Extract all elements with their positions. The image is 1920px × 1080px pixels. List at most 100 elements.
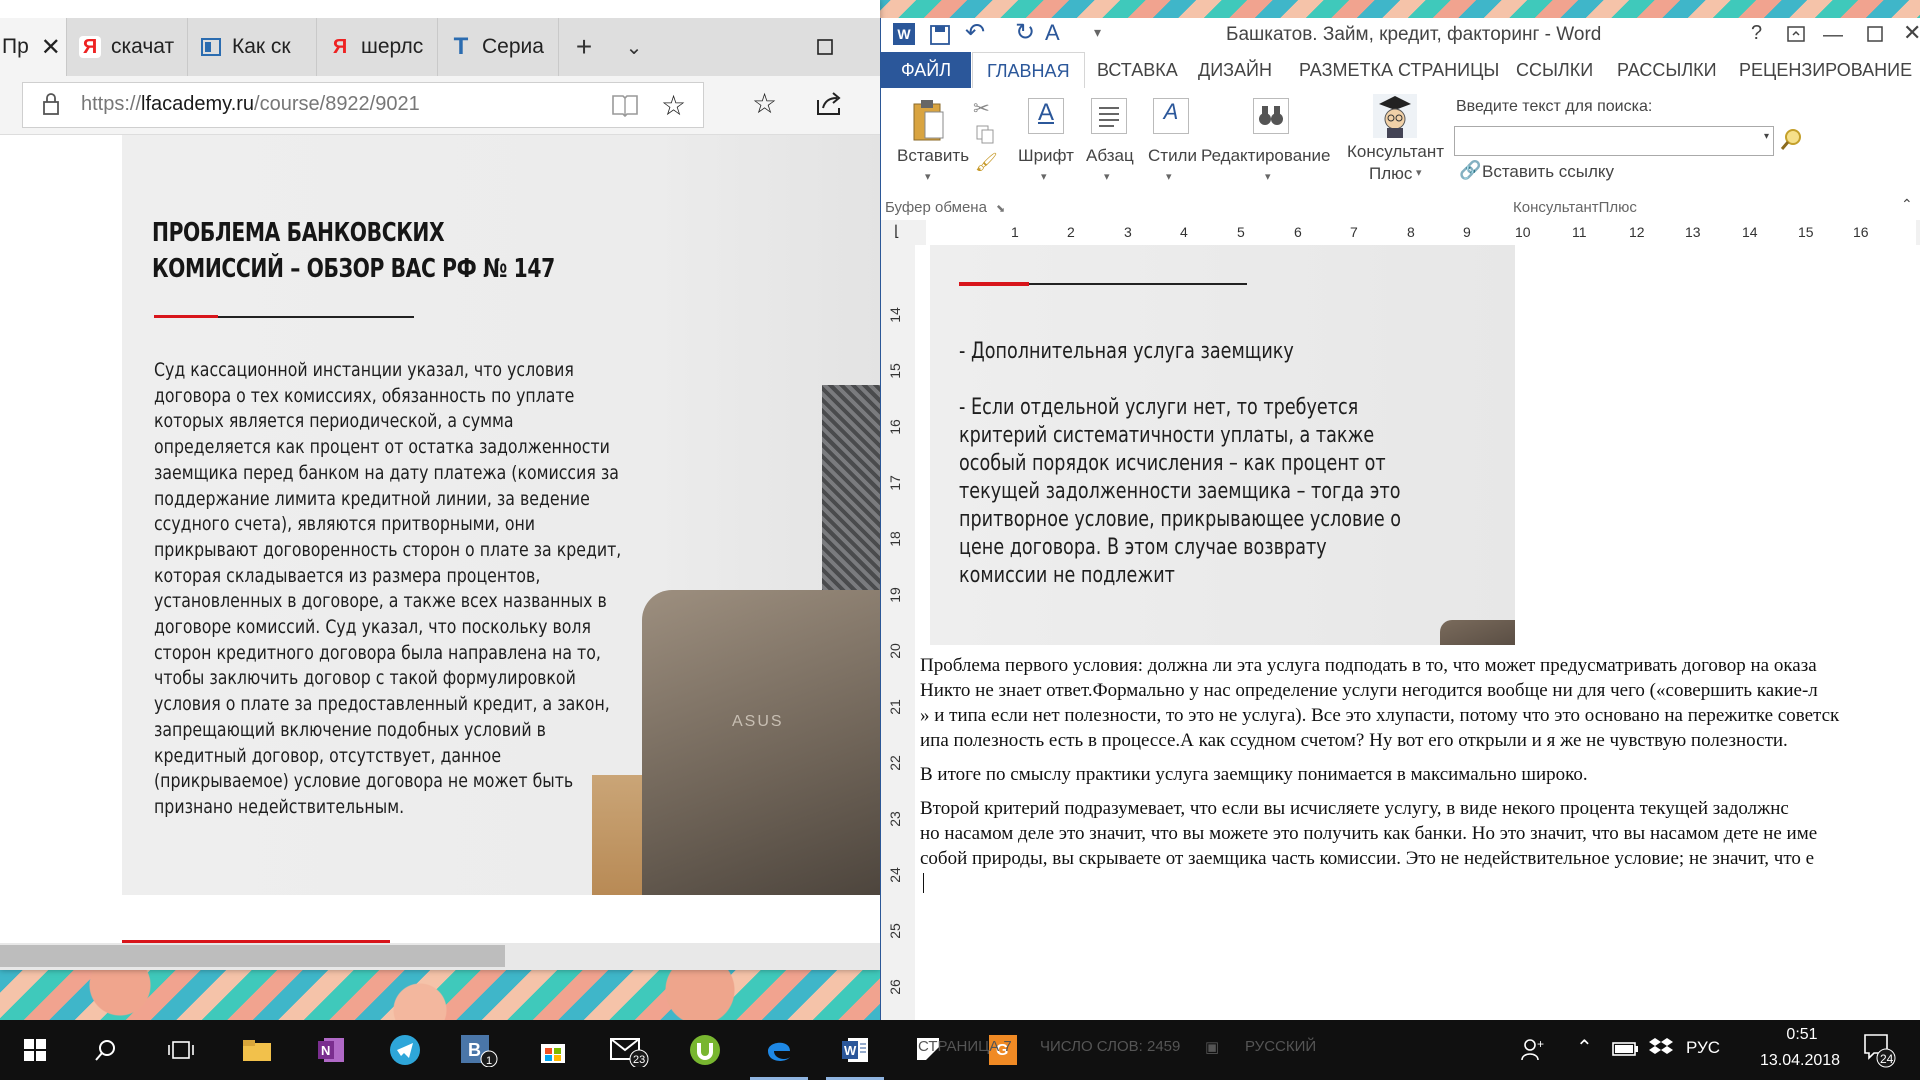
dropbox-icon[interactable]	[1648, 1036, 1674, 1065]
title-accent-line	[1029, 283, 1247, 285]
input-language[interactable]: РУС	[1686, 1038, 1720, 1058]
consultant-search-input[interactable]: ▾	[1454, 126, 1774, 156]
clock-time[interactable]: 0:51	[1762, 1026, 1842, 1044]
address-bar: https://lfacademy.ru/course/8922/9021 ☆ …	[0, 76, 880, 135]
consultant-plus-button[interactable]: Консультант Плюс ▾	[1345, 92, 1449, 192]
browser-tab[interactable]: Я шерлс	[317, 18, 438, 76]
edge-icon[interactable]	[744, 1020, 814, 1080]
store-icon[interactable]	[518, 1020, 588, 1080]
slide-body-text: Суд кассационной инстанции указал, что у…	[154, 359, 622, 818]
windows-taskbar: N B1 23 W G СТРАНИЦА 7 ЧИСЛО СЛОВ: 2459 …	[0, 1020, 1920, 1080]
redo-icon[interactable]: ↻	[1015, 18, 1035, 47]
word-taskbar-icon[interactable]: W	[820, 1020, 890, 1080]
utorrent-icon[interactable]	[670, 1020, 740, 1080]
editing-button[interactable]: Редактирование ▾	[1201, 96, 1341, 186]
paragraph: » и типа если нет полезности, то это не …	[920, 705, 1840, 726]
tab-selector-icon[interactable]: ⌊	[894, 222, 900, 240]
people-icon[interactable]: +	[1520, 1036, 1546, 1067]
insert-link-button[interactable]: Вставить ссылку	[1482, 162, 1614, 182]
chevron-up-icon[interactable]: ⌃	[1576, 1035, 1593, 1060]
vk-app-icon[interactable]: B1	[444, 1020, 514, 1080]
yandex-icon: Я	[79, 36, 101, 58]
svg-text:+: +	[1537, 1037, 1544, 1051]
collapse-ribbon-icon[interactable]: ⌃	[1901, 196, 1913, 213]
scrollbar-thumb[interactable]	[0, 945, 505, 967]
close-tab-icon[interactable]: ✕	[41, 33, 61, 62]
browser-tab[interactable]: Я скачат	[67, 18, 188, 76]
tab-label: скачат	[111, 35, 175, 58]
paste-button[interactable]: Вставить ▾	[897, 98, 969, 183]
maximize-icon[interactable]	[805, 18, 845, 76]
lock-icon	[41, 92, 61, 121]
tab-file[interactable]: ФАЙЛ	[881, 52, 971, 88]
yandex-icon: Я	[332, 35, 348, 58]
font-icon: A	[1028, 98, 1064, 134]
customize-toolbar-icon[interactable]: ▾	[1094, 24, 1101, 41]
search-icon[interactable]	[70, 1020, 140, 1080]
tab-page-layout[interactable]: РАЗМЕТКА СТРАНИЦЫ	[1299, 52, 1499, 88]
onenote-icon[interactable]: N	[296, 1020, 366, 1080]
insert-link-icon[interactable]: 🔗	[1459, 160, 1481, 181]
help-icon[interactable]: ?	[1751, 22, 1762, 45]
font-button[interactable]: A Шрифт ▾	[1018, 96, 1076, 186]
tab-home[interactable]: ГЛАВНАЯ	[972, 52, 1085, 89]
mail-icon[interactable]: 23	[594, 1020, 664, 1080]
format-painter-icon[interactable]: 🖌	[975, 152, 998, 173]
vertical-ruler: 14 15 16 17 18 19 20 21 22 23 24 25 26	[881, 245, 915, 1020]
reading-view-icon[interactable]	[611, 93, 639, 122]
tab-references[interactable]: ССЫЛКИ	[1516, 52, 1593, 88]
share-icon[interactable]	[815, 90, 845, 121]
t-icon: T	[453, 33, 469, 60]
cut-icon[interactable]: ✂	[973, 96, 990, 121]
close-icon[interactable]: ✕	[1903, 20, 1920, 46]
start-button[interactable]	[0, 1020, 70, 1080]
paragraph: В итоге по смыслу практики услуга заемщи…	[920, 764, 1588, 785]
paragraph-button[interactable]: Абзац ▾	[1081, 96, 1139, 186]
tab-label: Пр	[2, 35, 29, 58]
document-area[interactable]: - Дополнительная услуга заемщику - Если …	[915, 245, 1920, 1020]
save-icon[interactable]	[929, 24, 951, 51]
copy-icon[interactable]	[975, 124, 995, 149]
paragraph: Проблема первого условия: должна ли эта …	[920, 655, 1817, 676]
font-color-icon[interactable]: A	[1045, 20, 1060, 46]
browser-tab-active[interactable]: Пр ✕	[0, 18, 67, 76]
notifications-icon[interactable]: 24	[1862, 1032, 1896, 1073]
browser-tab[interactable]: T Сериа	[438, 18, 559, 76]
task-view-icon[interactable]	[146, 1020, 216, 1080]
undo-icon[interactable]: ↶	[965, 18, 985, 47]
new-tab-icon[interactable]: +	[559, 18, 609, 76]
tab-insert[interactable]: ВСТАВКА	[1097, 52, 1178, 88]
group-consultant-label: КонсультантПлюс	[1513, 199, 1637, 216]
browser-tab[interactable]: Как ск	[188, 18, 317, 76]
browser-tab-bar: Пр ✕ Я скачат Как ск Я шерлс T Сериа + ⌄	[0, 18, 880, 76]
file-explorer-icon[interactable]	[222, 1020, 292, 1080]
svg-text:W: W	[844, 1043, 857, 1058]
maximize-icon[interactable]	[1866, 25, 1884, 48]
styles-button[interactable]: A Стили ▾	[1143, 96, 1201, 186]
laptop-image	[642, 590, 880, 895]
paragraph: ипа полезность есть в процессе.А как ссу…	[920, 730, 1788, 751]
minimize-icon[interactable]: —	[1823, 24, 1843, 47]
paragraph: собой природы, вы скрываете от заемщика …	[920, 848, 1815, 869]
favorites-hub-icon[interactable]: ☆	[752, 87, 777, 120]
tab-design[interactable]: ДИЗАЙН	[1198, 52, 1272, 88]
dialog-launcher-icon[interactable]: ⬊	[996, 202, 1005, 215]
telegram-icon[interactable]	[370, 1020, 440, 1080]
text-cursor	[923, 873, 924, 893]
horizontal-scrollbar[interactable]	[0, 943, 880, 970]
ribbon-display-icon[interactable]	[1786, 24, 1806, 49]
document-page[interactable]: - Дополнительная услуга заемщику - Если …	[915, 245, 1920, 1020]
url-text: https://lfacademy.ru/course/8922/9021	[81, 93, 420, 115]
tab-mailings[interactable]: РАССЫЛКИ	[1617, 52, 1717, 88]
clipboard-icon	[911, 98, 945, 147]
search-icon[interactable]	[1779, 126, 1805, 157]
tab-label: Сериа	[482, 35, 544, 58]
url-input[interactable]: https://lfacademy.ru/course/8922/9021 ☆	[22, 82, 704, 128]
battery-icon[interactable]	[1612, 1040, 1640, 1063]
chevron-down-icon[interactable]: ⌄	[609, 18, 659, 76]
favorite-star-icon[interactable]: ☆	[661, 89, 686, 122]
tab-label: Как ск	[232, 35, 291, 58]
tab-review[interactable]: РЕЦЕНЗИРОВАНИЕ	[1739, 52, 1912, 88]
clock-date[interactable]: 13.04.2018	[1740, 1052, 1860, 1070]
svg-text:1: 1	[486, 1055, 492, 1067]
